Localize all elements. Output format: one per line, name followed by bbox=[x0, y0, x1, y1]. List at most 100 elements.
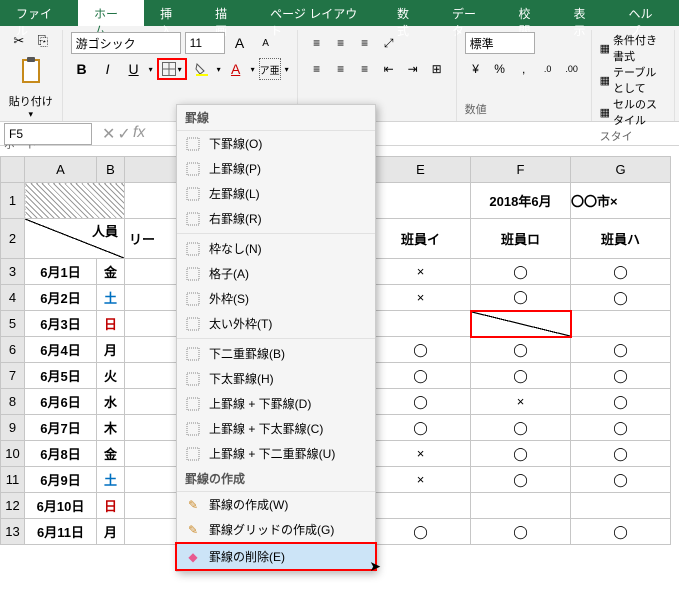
tab-help[interactable]: ヘルプ bbox=[613, 0, 679, 26]
row-header[interactable]: 11 bbox=[1, 467, 25, 493]
cell-style-button[interactable]: ▦セルのスタイル bbox=[600, 96, 666, 128]
row-header[interactable]: 2 bbox=[1, 219, 25, 259]
increase-font-icon[interactable]: A bbox=[229, 32, 251, 54]
cell-dow[interactable]: 水 bbox=[97, 389, 125, 415]
row-header[interactable]: 4 bbox=[1, 285, 25, 311]
cell-dow[interactable]: 月 bbox=[97, 519, 125, 545]
comma-icon[interactable]: , bbox=[513, 58, 535, 80]
name-box[interactable] bbox=[4, 123, 92, 145]
accept-formula-icon[interactable]: ✓ bbox=[117, 124, 130, 144]
cell-date[interactable]: 6月8日 bbox=[25, 441, 97, 467]
cell[interactable] bbox=[371, 493, 471, 519]
cell-date[interactable]: 6月6日 bbox=[25, 389, 97, 415]
paste-button[interactable]: 貼り付け ▾ bbox=[9, 54, 53, 120]
currency-icon[interactable]: ¥ bbox=[465, 58, 487, 80]
cell[interactable]: ◯ bbox=[571, 415, 671, 441]
align-top-icon[interactable]: ≡ bbox=[306, 32, 328, 54]
cell[interactable]: ◯ bbox=[471, 285, 571, 311]
col-header-G[interactable]: G bbox=[571, 157, 671, 183]
cell[interactable]: ◯ bbox=[571, 389, 671, 415]
cell[interactable]: ◯ bbox=[571, 519, 671, 545]
align-right-icon[interactable]: ≡ bbox=[354, 58, 376, 80]
cell-dow[interactable]: 土 bbox=[97, 467, 125, 493]
italic-button[interactable]: I bbox=[97, 58, 119, 80]
merge-icon[interactable]: ⊞ bbox=[426, 58, 448, 80]
cell-dow[interactable]: 日 bbox=[97, 493, 125, 519]
cell-header-personnel[interactable]: 人員 bbox=[25, 219, 125, 259]
fx-icon[interactable]: fx bbox=[133, 124, 145, 144]
cell[interactable]: ◯ bbox=[471, 519, 571, 545]
border-menu-item[interactable]: 下二重罫線(B) bbox=[177, 341, 375, 366]
col-header-E[interactable]: E bbox=[371, 157, 471, 183]
cell[interactable] bbox=[571, 311, 671, 337]
border-menu-item[interactable]: 外枠(S) bbox=[177, 286, 375, 311]
cell-dow[interactable]: 金 bbox=[97, 259, 125, 285]
cell-date[interactable]: 6月7日 bbox=[25, 415, 97, 441]
cell-title-city[interactable]: 〇〇市× bbox=[571, 183, 671, 219]
align-center-icon[interactable]: ≡ bbox=[330, 58, 352, 80]
align-left-icon[interactable]: ≡ bbox=[306, 58, 328, 80]
cell-header-E[interactable]: 班員イ bbox=[371, 219, 471, 259]
row-header[interactable]: 1 bbox=[1, 183, 25, 219]
tab-draw[interactable]: 描画 bbox=[199, 0, 254, 26]
border-menu-item[interactable]: 上罫線 + 下太罫線(C) bbox=[177, 416, 375, 441]
align-middle-icon[interactable]: ≡ bbox=[330, 32, 352, 54]
cell[interactable] bbox=[571, 493, 671, 519]
row-header[interactable]: 9 bbox=[1, 415, 25, 441]
cell[interactable]: ◯ bbox=[471, 415, 571, 441]
font-size-select[interactable] bbox=[185, 32, 225, 54]
cell[interactable]: ◯ bbox=[371, 415, 471, 441]
cell[interactable]: ◯ bbox=[471, 363, 571, 389]
row-header[interactable]: 12 bbox=[1, 493, 25, 519]
cell-dow[interactable]: 日 bbox=[97, 311, 125, 337]
border-menu-item[interactable]: 左罫線(L) bbox=[177, 181, 375, 206]
cell[interactable]: ◯ bbox=[571, 467, 671, 493]
cell-date[interactable]: 6月9日 bbox=[25, 467, 97, 493]
border-menu-item[interactable]: 下罫線(O) bbox=[177, 131, 375, 156]
cell[interactable]: ◯ bbox=[571, 337, 671, 363]
cell[interactable]: ◯ bbox=[371, 519, 471, 545]
cell[interactable]: ◯ bbox=[371, 363, 471, 389]
cell[interactable]: ◯ bbox=[471, 259, 571, 285]
cell[interactable] bbox=[25, 183, 125, 219]
cell[interactable]: ◯ bbox=[571, 363, 671, 389]
tab-file[interactable]: ファイル bbox=[0, 0, 78, 26]
cond-format-button[interactable]: ▦条件付き書式 bbox=[600, 32, 666, 64]
row-header[interactable]: 13 bbox=[1, 519, 25, 545]
border-menu-item[interactable]: 下太罫線(H) bbox=[177, 366, 375, 391]
cell[interactable]: ◯ bbox=[471, 441, 571, 467]
indent-inc-icon[interactable]: ⇥ bbox=[402, 58, 424, 80]
cell[interactable]: × bbox=[371, 467, 471, 493]
cell-date[interactable]: 6月11日 bbox=[25, 519, 97, 545]
cell[interactable]: ◯ bbox=[571, 259, 671, 285]
fill-color-button[interactable] bbox=[191, 58, 213, 80]
percent-icon[interactable]: % bbox=[489, 58, 511, 80]
inc-decimal-icon[interactable]: .0 bbox=[537, 58, 559, 80]
row-header[interactable]: 7 bbox=[1, 363, 25, 389]
tab-review[interactable]: 校閲 bbox=[503, 0, 558, 26]
cell-date[interactable]: 6月10日 bbox=[25, 493, 97, 519]
cell[interactable]: × bbox=[371, 259, 471, 285]
bold-button[interactable]: B bbox=[71, 58, 93, 80]
cell[interactable]: ◯ bbox=[471, 467, 571, 493]
copy-icon[interactable]: ⎘ bbox=[32, 30, 54, 52]
border-dropdown-button[interactable]: ▾ bbox=[157, 58, 187, 80]
cell-date[interactable]: 6月4日 bbox=[25, 337, 97, 363]
tab-insert[interactable]: 挿入 bbox=[144, 0, 199, 26]
font-family-select[interactable] bbox=[71, 32, 181, 54]
cell[interactable] bbox=[371, 311, 471, 337]
border-draw-item[interactable]: ✎罫線の作成(W) bbox=[177, 492, 375, 517]
border-draw-item[interactable]: ✎罫線グリッドの作成(G) bbox=[177, 517, 375, 542]
tab-home[interactable]: ホーム bbox=[78, 0, 144, 26]
col-header-A[interactable]: A bbox=[25, 157, 97, 183]
cell[interactable] bbox=[471, 311, 571, 337]
indent-dec-icon[interactable]: ⇤ bbox=[378, 58, 400, 80]
row-header[interactable]: 10 bbox=[1, 441, 25, 467]
underline-button[interactable]: U bbox=[123, 58, 145, 80]
col-header-B[interactable]: B bbox=[97, 157, 125, 183]
cell-dow[interactable]: 木 bbox=[97, 415, 125, 441]
cell[interactable]: ◯ bbox=[571, 285, 671, 311]
cell[interactable]: ◯ bbox=[571, 441, 671, 467]
tab-formula[interactable]: 数式 bbox=[381, 0, 436, 26]
orientation-icon[interactable]: ⤢ bbox=[378, 32, 400, 54]
